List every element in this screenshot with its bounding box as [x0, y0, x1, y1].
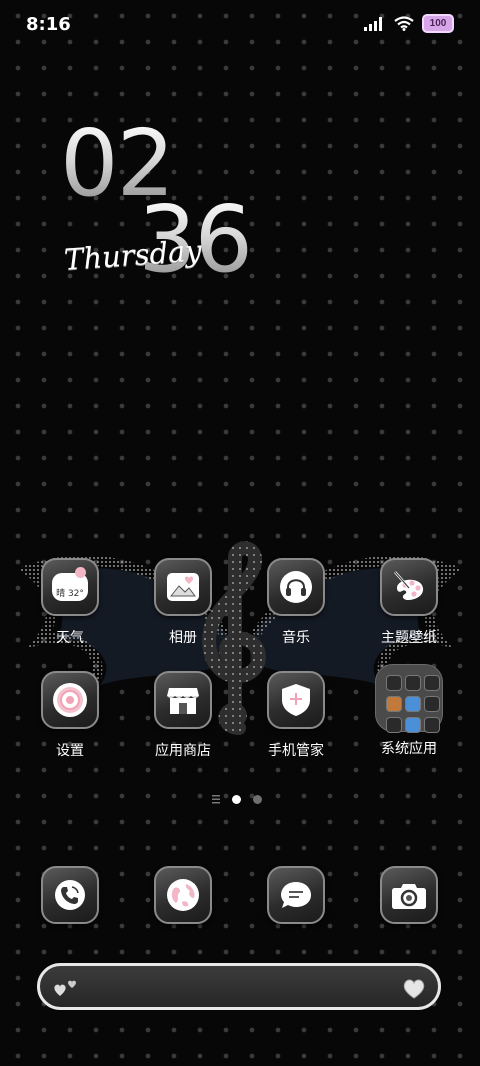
app-music[interactable]: 音乐: [250, 558, 342, 647]
browser-icon: [154, 866, 212, 924]
page-dot-active[interactable]: [232, 795, 241, 804]
app-label: 音乐: [282, 630, 310, 646]
headphones-icon: [267, 558, 325, 616]
folder-app-thumb: [386, 717, 402, 733]
app-themes[interactable]: 主题壁纸: [363, 558, 455, 647]
gallery-icon: [154, 558, 212, 616]
folder-app-thumb: [424, 696, 440, 712]
folder-icon: [375, 664, 443, 733]
folder-app-thumb: [405, 717, 421, 733]
dock-camera[interactable]: [363, 866, 455, 924]
weather-icon: 晴 32°: [41, 558, 99, 616]
heart-icon[interactable]: [402, 977, 426, 999]
shield-icon: [267, 671, 325, 729]
settings-flower-icon: [41, 671, 99, 729]
app-label: 系统应用: [381, 741, 437, 757]
app-store[interactable]: 应用商店: [137, 671, 229, 760]
folder-app-thumb: [386, 696, 402, 712]
store-icon: [154, 671, 212, 729]
feed-lines-icon[interactable]: [212, 795, 220, 804]
app-label: 相册: [169, 630, 197, 646]
status-time: 8:16: [26, 14, 71, 35]
app-label: 天气: [56, 630, 84, 646]
app-label: 手机管家: [268, 743, 324, 759]
folder-app-thumb: [386, 675, 402, 691]
palette-icon: [380, 558, 438, 616]
camera-icon: [380, 866, 438, 924]
messages-icon: [267, 866, 325, 924]
phone-icon: [41, 866, 99, 924]
app-label: 应用商店: [155, 743, 211, 759]
weather-temp-text: 晴 32°: [56, 589, 84, 599]
page-dot[interactable]: [253, 795, 262, 804]
folder-app-thumb: [405, 696, 421, 712]
page-indicator[interactable]: [212, 795, 262, 804]
folder-app-thumb: [405, 675, 421, 691]
dock-phone[interactable]: [24, 866, 116, 924]
hearts-icon: [54, 980, 76, 996]
battery-level: 100: [429, 18, 447, 29]
status-icons: 100: [364, 14, 454, 33]
signal-icon: [364, 16, 382, 31]
app-settings[interactable]: 设置: [24, 671, 116, 760]
app-label: 主题壁纸: [381, 630, 437, 646]
battery-icon: 100: [422, 14, 454, 33]
app-weather[interactable]: 晴 32° 天气: [24, 558, 116, 647]
app-gallery[interactable]: 相册: [137, 558, 229, 647]
folder-app-thumb: [424, 675, 440, 691]
folder-app-thumb: [424, 717, 440, 733]
dock-browser[interactable]: [137, 866, 229, 924]
app-folder-system[interactable]: 系统应用: [363, 664, 455, 758]
dock-messages[interactable]: [250, 866, 342, 924]
status-bar: 8:16 100: [0, 0, 480, 50]
app-label: 设置: [56, 743, 84, 759]
search-bar[interactable]: [37, 963, 441, 1010]
app-security[interactable]: 手机管家: [250, 671, 342, 760]
wifi-icon: [394, 16, 414, 31]
